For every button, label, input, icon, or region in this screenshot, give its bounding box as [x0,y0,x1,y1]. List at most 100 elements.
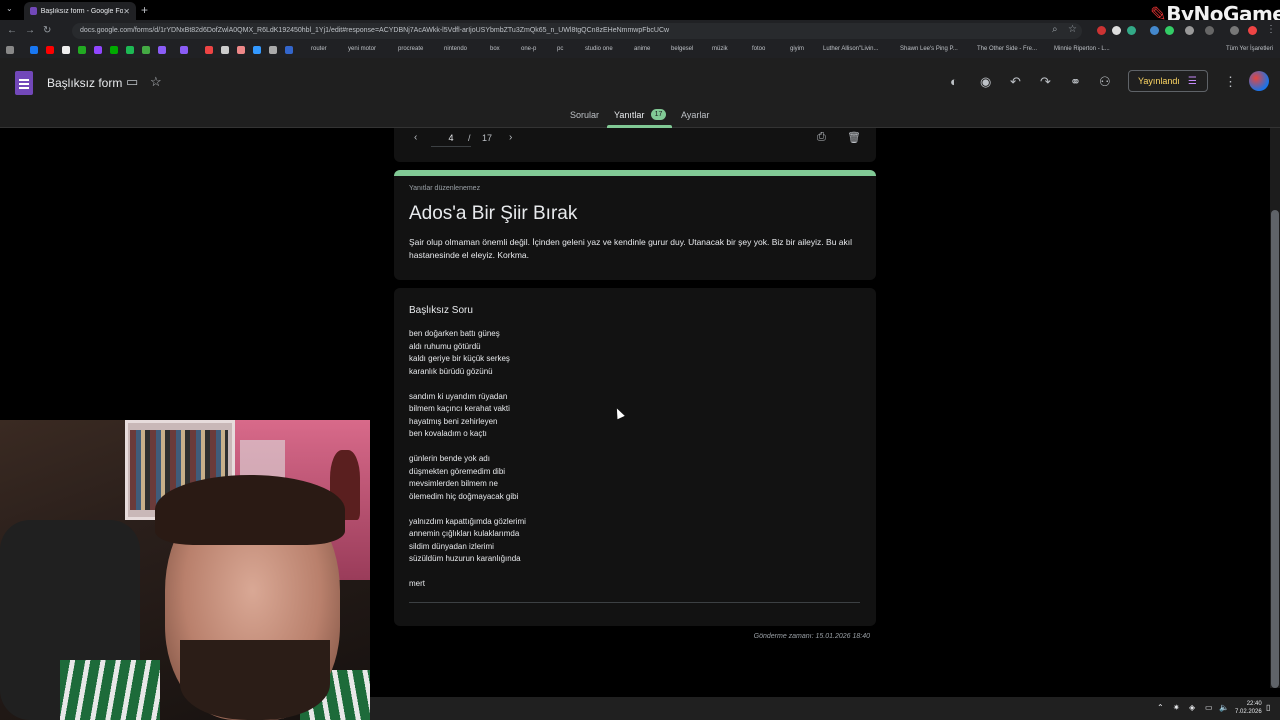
notification-icon[interactable]: ▯ [1266,703,1270,712]
bookmark-router[interactable]: router [311,46,327,52]
extension-icon[interactable] [1185,26,1194,35]
preview-eye-icon[interactable]: ◉ [980,74,991,90]
menu-dots-icon[interactable]: ⋮ [1266,24,1276,35]
zoom-search-icon[interactable]: ⌕ [1052,24,1058,35]
extension-icon[interactable] [1150,26,1159,35]
tab-settings[interactable]: Ayarlar [681,110,709,120]
scrollbar-thumb[interactable] [1271,210,1279,688]
next-response-icon[interactable]: › [509,132,512,143]
webcam-overlay [0,420,370,720]
tab-close-icon[interactable]: ✕ [123,7,130,16]
x-icon[interactable] [62,46,70,54]
question-title: Başlıksız Soru [409,305,473,316]
bookmark-belgesel[interactable]: belgesel [671,46,693,52]
form-heading: Ados'a Bir Şiir Bırak [409,203,578,224]
bookmark-icon[interactable] [142,46,150,54]
publish-settings-icon: ☰ [1187,75,1197,87]
bookmark-icon[interactable] [269,46,277,54]
bookmark-luther[interactable]: Luther Allison"Livin... [823,46,879,52]
bookmark-other-side[interactable]: The Other Side - Fre... [977,46,1037,52]
bookmark-icon[interactable] [110,46,118,54]
bookmark-pc[interactable]: pc [557,46,563,52]
apps-icon[interactable] [6,46,14,54]
youtube-icon[interactable] [46,46,54,54]
extension-icon[interactable] [1165,26,1174,35]
bookmark-fotoo[interactable]: fotoo [752,46,765,52]
form-title[interactable]: Başlıksız form [47,76,122,90]
bookmark-icon[interactable] [221,46,229,54]
extension-icon[interactable] [1205,26,1214,35]
responses-count-badge: 17 [651,109,666,120]
bookmark-nintendo[interactable]: nintendo [444,46,467,52]
clock[interactable]: 22:40 7.02.2026 [1235,700,1262,716]
bookmark-studio-one[interactable]: studio one [585,46,613,52]
url-text: docs.google.com/forms/d/1rYDNxBt82d6DofZ… [80,27,670,34]
tray-chevron-icon[interactable]: ⌃ [1157,703,1164,712]
page-separator: / [468,133,471,143]
reload-icon[interactable]: ↻ [43,25,51,36]
bookmark-star-icon[interactable]: ☆ [1068,24,1077,35]
forms-logo-icon[interactable] [15,71,33,95]
extension-icon[interactable] [1097,26,1106,35]
address-bar[interactable]: docs.google.com/forms/d/1rYDNxBt82d6DofZ… [72,23,1082,39]
bookmark-icon[interactable] [205,46,213,54]
volume-icon[interactable]: 🔈 [1219,703,1229,712]
bookmark-anime[interactable]: anime [634,46,650,52]
bookmark-icon[interactable] [78,46,86,54]
form-description: Şair olup olmaman önemli değil. İçinden … [409,237,853,260]
taskbar: ⌃ ✷ ◈ ▭ 🔈 22:40 7.02.2026 ▯ [370,697,1280,720]
forward-icon[interactable]: → [25,25,35,36]
link-icon[interactable]: ⚭ [1070,74,1081,90]
star-icon[interactable]: ☆ [150,74,162,90]
tab-responses[interactable]: Yanıtlar [614,110,644,120]
form-header-card: Yanıtlar düzenlenemez Ados'a Bir Şiir Bı… [394,170,876,280]
profile-icon[interactable] [1248,26,1257,35]
more-options-icon[interactable]: ⋮ [1224,74,1237,90]
bookmark-icon[interactable] [237,46,245,54]
clock-date: 7.02.2026 [1235,709,1262,715]
bookmark-one-p[interactable]: one-p [521,46,536,52]
bookmark-muzik[interactable]: müzik [712,46,728,52]
all-bookmarks[interactable]: Tüm Yer İşaretleri [1226,46,1273,52]
tab-questions[interactable]: Sorular [570,110,599,120]
bookmark-box[interactable]: box [490,46,500,52]
delete-icon[interactable]: 🗑 [847,131,861,144]
forms-favicon-icon [30,7,37,15]
tray-app-icon[interactable]: ◈ [1189,703,1195,712]
add-collaborator-icon[interactable]: ⚇ [1099,74,1111,90]
bookmark-icon[interactable] [180,46,188,54]
print-icon[interactable]: ⎙ [817,131,826,144]
bookmark-giyim[interactable]: giyim [790,46,804,52]
published-button[interactable]: Yayınlandı ☰ [1128,70,1208,92]
spotify-icon[interactable] [126,46,134,54]
extension-icon[interactable] [1112,26,1121,35]
tab-search-icon[interactable]: ⌄ [6,4,13,13]
browser-tab-strip: ⌄ Başlıksız form - Google Formlar ✕ + ✎B… [0,0,1280,26]
bookmark-minnie[interactable]: Minnie Riperton - L... [1054,46,1110,52]
back-icon[interactable]: ← [7,25,17,36]
bookmark-yeni-motor[interactable]: yeni motor [348,46,376,52]
new-tab-button[interactable]: + [141,3,148,17]
folder-icon[interactable]: ▭ [126,74,138,90]
bookmark-icon[interactable] [253,46,261,54]
browser-toolbar: ← → ↻ docs.google.com/forms/d/1rYDNxBt82… [0,20,1280,42]
response-index-input[interactable]: 4 [431,133,471,147]
bookmark-shawn[interactable]: Shawn Lee's Ping P... [900,46,958,52]
prev-response-icon[interactable]: ‹ [414,132,417,143]
bookmark-procreate[interactable]: procreate [398,46,423,52]
bookmark-icon[interactable] [285,46,293,54]
bookmarks-bar: router yeni motor procreate nintendo box… [0,42,1280,58]
redo-icon[interactable]: ↷ [1040,74,1051,90]
palette-icon[interactable]: ◐ [950,74,958,89]
network-icon[interactable]: ▭ [1205,703,1213,712]
bookmark-icon[interactable] [158,46,166,54]
avatar[interactable] [1249,71,1269,91]
facebook-icon[interactable] [30,46,38,54]
undo-icon[interactable]: ↶ [1010,74,1021,90]
submission-time: Gönderme zamanı: 15.01.2026 18:40 [753,633,870,640]
tray-app-icon[interactable]: ✷ [1173,703,1180,712]
twitch-icon[interactable] [94,46,102,54]
extension-icon[interactable] [1230,26,1239,35]
extension-icon[interactable] [1127,26,1136,35]
browser-tab-active[interactable]: Başlıksız form - Google Formlar ✕ [24,2,136,20]
